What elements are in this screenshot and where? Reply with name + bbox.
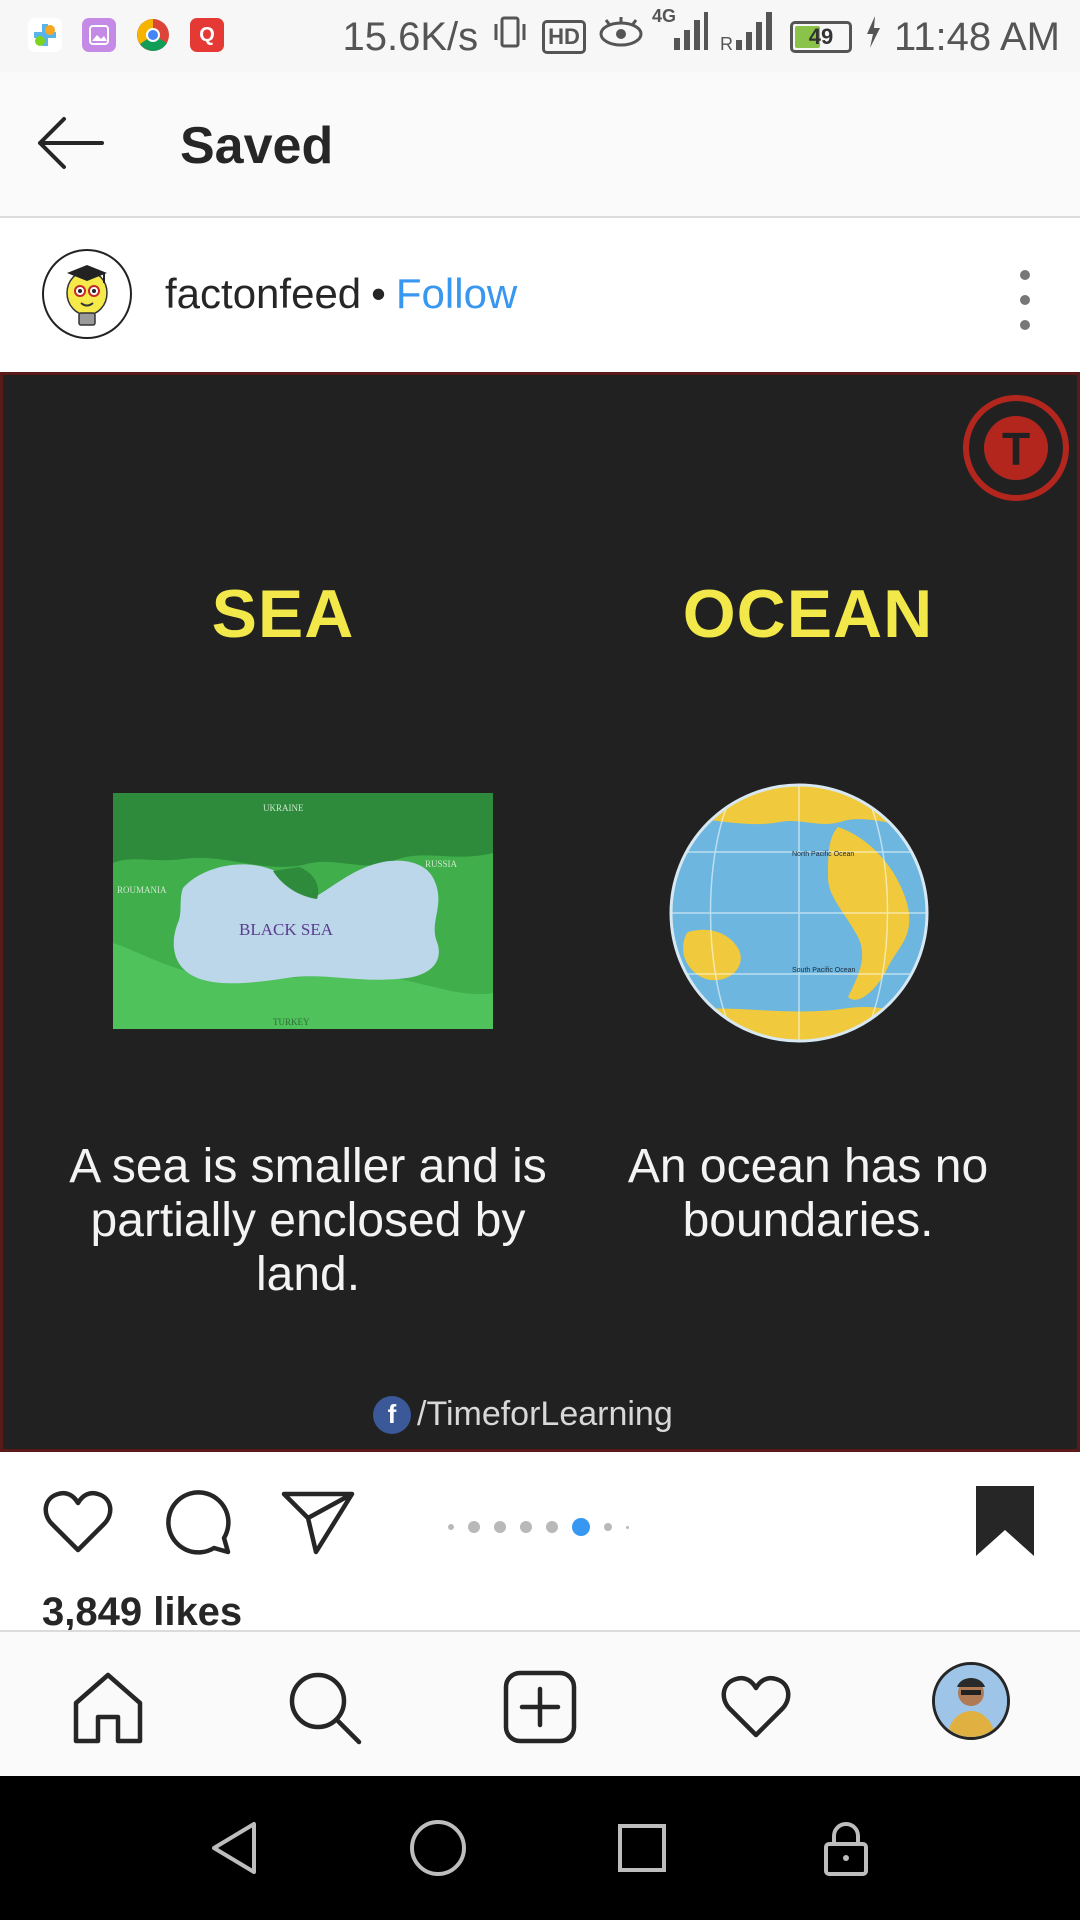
carousel-dot: [494, 1521, 506, 1533]
pacific-globe: North Pacific Ocean South Pacific Ocean: [669, 783, 929, 1043]
charging-icon: [864, 14, 882, 60]
paper-plane-icon: [281, 1491, 355, 1555]
more-dot-icon: [1020, 320, 1030, 330]
network-speed: 15.6K/s: [342, 14, 479, 59]
username-link[interactable]: factonfeed: [165, 270, 361, 318]
q-app-icon: Q: [190, 18, 224, 52]
heart-icon: [721, 1675, 791, 1738]
comment-button[interactable]: [158, 1482, 238, 1562]
vibrate-icon: [490, 12, 530, 62]
eye-icon: [598, 14, 644, 60]
gallery-app-icon: [82, 18, 116, 52]
facebook-icon: f: [373, 1395, 411, 1434]
save-button[interactable]: [966, 1482, 1046, 1562]
hd-badge: HD: [542, 20, 586, 54]
image-credit: f /TimeforLearning: [373, 1395, 673, 1434]
game-app-icon: [28, 18, 62, 52]
svg-text:ROUMANIA: ROUMANIA: [117, 885, 167, 895]
carousel-dot-active: [572, 1518, 590, 1536]
carousel-indicator: [448, 1518, 629, 1536]
carousel-dot: [604, 1523, 612, 1531]
svg-text:South Pacific Ocean: South Pacific Ocean: [792, 967, 856, 974]
post-actions: 3,849 likes: [0, 1452, 1080, 1635]
profile-avatar-icon: [935, 1665, 1007, 1737]
add-post-icon: [503, 1670, 577, 1744]
svg-text:BLACK SEA: BLACK SEA: [239, 920, 334, 939]
ocean-heading: OCEAN: [682, 576, 934, 652]
search-icon: [289, 1672, 362, 1745]
ocean-caption: An ocean has no boundaries.: [627, 1140, 989, 1247]
nav-activity-button[interactable]: [716, 1667, 796, 1747]
carousel-dot: [546, 1521, 558, 1533]
system-home-button[interactable]: [406, 1816, 470, 1880]
nav-new-post-button[interactable]: [500, 1667, 580, 1747]
home-icon: [73, 1672, 143, 1744]
triangle-back-icon: [212, 1822, 256, 1874]
bookmark-filled-icon: [976, 1486, 1034, 1556]
lightbulb-mascot-icon: [66, 265, 108, 326]
svg-text:North Pacific Ocean: North Pacific Ocean: [792, 851, 854, 858]
nav-search-button[interactable]: [284, 1667, 364, 1747]
signal-icon: 4G: [652, 6, 708, 62]
svg-text:R: R: [720, 34, 733, 52]
svg-text:RUSSIA: RUSSIA: [425, 859, 458, 869]
like-button[interactable]: [38, 1482, 118, 1562]
nav-profile-button[interactable]: [932, 1662, 1010, 1740]
black-sea-map: BLACK SEA UKRAINE ROUMANIA RUSSIA TURKEY: [113, 793, 493, 1029]
author-avatar[interactable]: [42, 249, 132, 339]
author-row: factonfeed • Follow: [165, 270, 517, 318]
carousel-dot: [520, 1521, 532, 1533]
system-recents-button[interactable]: [610, 1816, 674, 1880]
battery-icon: 49: [789, 21, 852, 53]
heart-icon: [43, 1490, 113, 1553]
status-indicators: 15.6K/s HD 4G R 49 11:48 AM: [342, 6, 1060, 62]
more-options-button[interactable]: [1010, 270, 1040, 330]
system-back-button[interactable]: [204, 1816, 268, 1880]
timeforlearning-logo: T: [963, 395, 1069, 501]
credit-text: /TimeforLearning: [417, 1395, 673, 1433]
square-recents-icon: [618, 1824, 666, 1872]
svg-text:TURKEY: TURKEY: [273, 1017, 310, 1027]
follow-button[interactable]: Follow: [396, 270, 517, 318]
top-header: Saved: [0, 72, 1080, 218]
system-navigation-bar: [0, 1776, 1080, 1920]
share-button[interactable]: [278, 1482, 358, 1562]
separator-dot: •: [371, 270, 386, 317]
status-app-icons: Q: [28, 18, 224, 52]
status-bar: Q 15.6K/s HD 4G R 49 11:48 AM: [0, 0, 1080, 72]
system-lock-button[interactable]: [814, 1816, 878, 1880]
clock: 11:48 AM: [893, 14, 1060, 59]
carousel-dot: [448, 1524, 454, 1530]
bottom-navigation: [0, 1630, 1080, 1776]
lock-icon: [824, 1822, 868, 1876]
chrome-app-icon: [136, 18, 170, 52]
carousel-dot: [468, 1521, 480, 1533]
comment-bubble-icon: [166, 1490, 231, 1555]
page-title: Saved: [180, 117, 334, 175]
back-arrow-icon: [38, 117, 104, 169]
signal-icon: R: [720, 12, 778, 62]
post-header: factonfeed • Follow: [0, 220, 1080, 370]
more-dot-icon: [1020, 295, 1030, 305]
post-image[interactable]: T SEA OCEAN BLACK SEA UKRAINE ROUMANIA R…: [0, 372, 1080, 1452]
svg-text:T: T: [1002, 423, 1030, 475]
sea-heading: SEA: [211, 576, 355, 652]
circle-home-icon: [410, 1820, 466, 1876]
likes-count[interactable]: 3,849 likes: [42, 1590, 242, 1635]
back-button[interactable]: [30, 108, 110, 178]
sea-caption: A sea is smaller and is partially enclos…: [69, 1140, 547, 1301]
svg-text:UKRAINE: UKRAINE: [263, 803, 304, 813]
more-dot-icon: [1020, 270, 1030, 280]
nav-home-button[interactable]: [68, 1667, 148, 1747]
carousel-dot: [626, 1525, 629, 1529]
